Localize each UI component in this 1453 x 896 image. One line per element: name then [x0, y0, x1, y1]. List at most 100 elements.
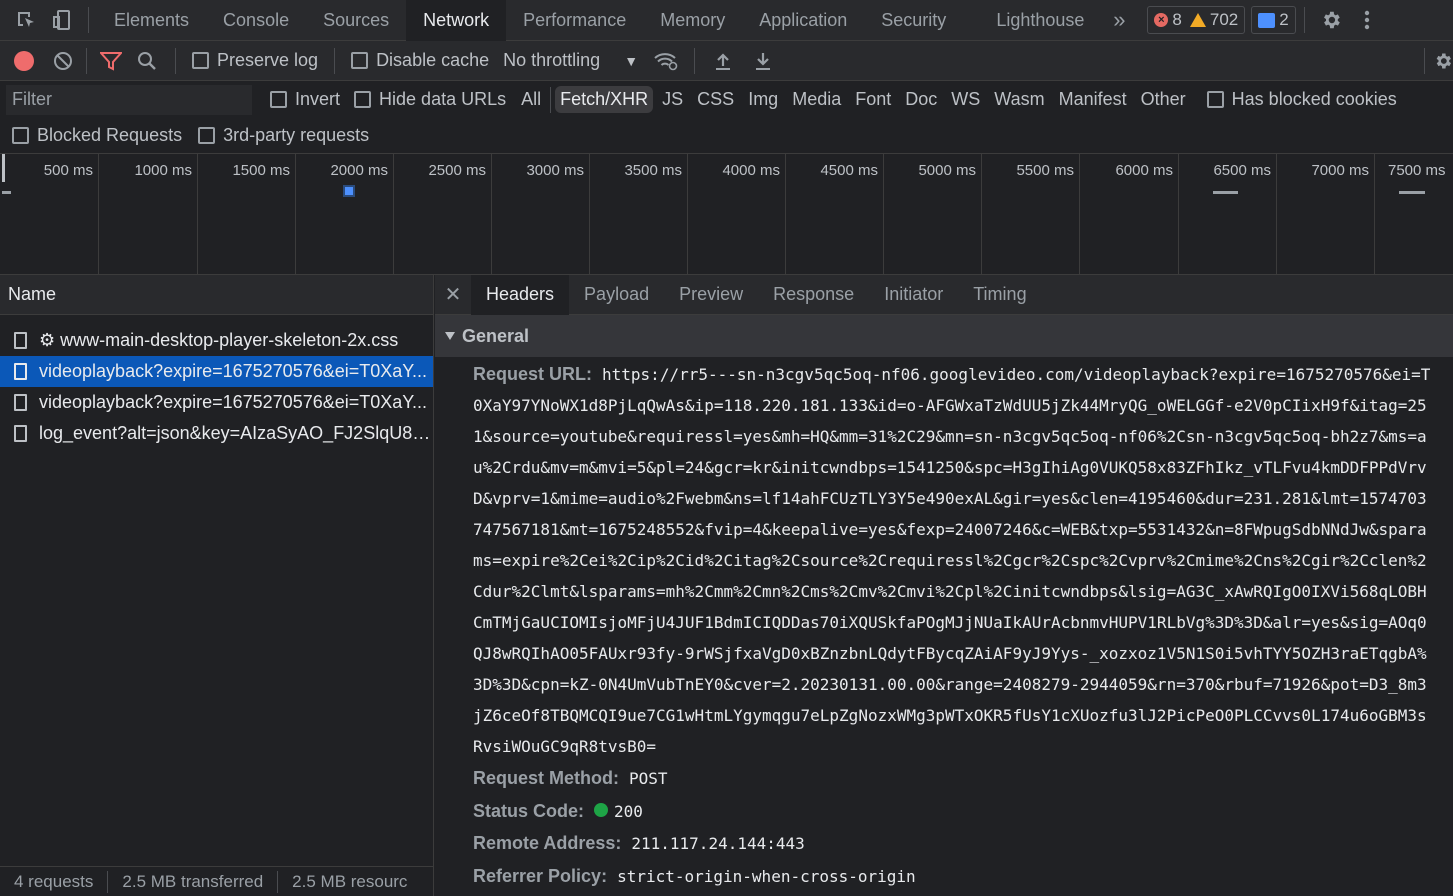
file-icon	[14, 425, 27, 442]
checkbox-box[interactable]	[198, 127, 216, 144]
request-row[interactable]: videoplayback?expire=1675270576&ei=T0XaY…	[0, 387, 433, 418]
request-row[interactable]: ⚙ www-main-desktop-player-skeleton-2x.cs…	[0, 325, 433, 356]
blocked-requests-label: Blocked Requests	[37, 125, 183, 145]
issues-counter[interactable]: × 8 702	[1147, 6, 1246, 34]
tab-security[interactable]: Security	[864, 0, 963, 41]
disable-cache-checkbox[interactable]: Disable cache	[351, 50, 489, 71]
request-row[interactable]: log_event?alt=json&key=AIzaSyAO_FJ2SlqU8…	[0, 418, 433, 449]
tick-label: 5500 ms	[1016, 162, 1074, 179]
referrer-policy-value: strict-origin-when-cross-origin	[617, 866, 916, 886]
search-icon[interactable]	[127, 41, 167, 81]
has-blocked-cookies-checkbox[interactable]: Has blocked cookies	[1206, 89, 1397, 110]
filter-input[interactable]	[6, 84, 252, 115]
request-name: log_event?alt=json&key=AIzaSyAO_FJ2SlqU8…	[39, 423, 433, 443]
tick-label: 6500 ms	[1213, 162, 1271, 179]
status-ok-icon	[594, 802, 609, 817]
device-toolbar-icon[interactable]	[44, 0, 80, 41]
type-filter-wasm[interactable]: Wasm	[989, 86, 1049, 113]
general-section-title: General	[462, 325, 530, 346]
type-filter-doc[interactable]: Doc	[900, 86, 942, 113]
request-method-label: Request Method:	[473, 768, 619, 788]
resources-size: 2.5 MB resourc	[292, 871, 408, 891]
tick-label: 5000 ms	[918, 162, 976, 179]
checkbox-box[interactable]	[351, 52, 369, 69]
request-url-continuation: QJ8wRQIhAO05FAUxr93fy-9rWSjfxaVgD0xBZnzb…	[473, 644, 1427, 663]
checkbox-box[interactable]	[12, 127, 29, 144]
tab-payload[interactable]: Payload	[569, 275, 664, 315]
gear-icon[interactable]	[1313, 0, 1349, 41]
type-filter-css[interactable]: CSS	[692, 86, 739, 113]
request-row[interactable]: videoplayback?expire=1675270576&ei=T0XaY…	[0, 356, 433, 387]
blocked-requests-checkbox[interactable]: Blocked Requests	[12, 125, 182, 146]
tab-memory[interactable]: Memory	[643, 0, 742, 41]
type-filter-font[interactable]: Font	[850, 86, 896, 113]
request-url-continuation: D&vprv=1&mime=audio%2Fwebm&ns=lf14ahFCUz…	[473, 489, 1427, 508]
clear-icon[interactable]	[48, 41, 78, 81]
throttling-select[interactable]: No throttling ▼	[503, 50, 638, 71]
tab-elements[interactable]: Elements	[97, 0, 206, 41]
tab-preview[interactable]: Preview	[664, 275, 758, 315]
request-url-continuation: 0XaY97YNoWX1d8PjLqQwAs&ip=118.220.181.13…	[473, 396, 1427, 415]
preserve-log-checkbox[interactable]: Preserve log	[192, 50, 318, 71]
type-filter-manifest[interactable]: Manifest	[1054, 86, 1132, 113]
timeline-request-bar	[1213, 191, 1238, 194]
checkbox-box[interactable]	[192, 52, 209, 69]
timeline-tick: 1500 ms	[198, 154, 296, 275]
tick-label: 4000 ms	[722, 162, 780, 179]
general-section-header[interactable]: General	[435, 315, 1453, 357]
hide-data-urls-checkbox[interactable]: Hide data URLs	[354, 89, 506, 110]
timeline-tick: 500 ms	[0, 154, 99, 275]
tab-application[interactable]: Application	[742, 0, 864, 41]
type-filter-js[interactable]: JS	[657, 86, 688, 113]
request-url-continuation: Cdur%2Clmt&lsparams=mh%2Cmm%2Cmn%2Cms%2C…	[473, 582, 1427, 601]
export-har-icon[interactable]	[743, 41, 783, 81]
type-filter-media[interactable]: Media	[787, 86, 846, 113]
toolbar-divider	[175, 47, 176, 74]
timeline-tick: 2000 ms	[296, 154, 394, 275]
type-filter-fetch-xhr[interactable]: Fetch/XHR	[555, 86, 654, 113]
tab-headers[interactable]: Headers	[471, 275, 570, 315]
timeline-cursor	[2, 154, 5, 182]
remote-address-row: Remote Address: 211.117.24.144:443	[473, 827, 1449, 860]
name-column-header[interactable]: Name	[0, 275, 433, 315]
invert-checkbox[interactable]: Invert	[270, 89, 340, 110]
third-party-requests-checkbox[interactable]: 3rd-party requests	[198, 125, 369, 146]
network-conditions-icon[interactable]	[646, 41, 686, 81]
tab-timing[interactable]: Timing	[958, 275, 1041, 315]
toolbar-divider	[550, 86, 552, 113]
kebab-menu-icon[interactable]	[1349, 0, 1385, 41]
tab-lighthouse[interactable]: Lighthouse	[979, 0, 1101, 41]
tab-response[interactable]: Response	[758, 275, 869, 315]
toolbar-divider	[334, 47, 336, 74]
checkbox-box[interactable]	[354, 91, 372, 108]
inspect-element-icon[interactable]	[8, 0, 44, 41]
tab-performance[interactable]: Performance	[506, 0, 643, 41]
type-filter-other[interactable]: Other	[1136, 86, 1191, 113]
request-url-continuation: 3D%3D&cpn=kZ-0N4UmVubTnEY0&cver=2.202301…	[473, 675, 1427, 694]
network-settings-gear-icon[interactable]	[1433, 41, 1453, 81]
type-filter-ws[interactable]: WS	[946, 86, 985, 113]
detail-tab-bar: ✕ Headers Payload Preview Response Initi…	[435, 275, 1453, 315]
close-icon[interactable]: ✕	[435, 282, 471, 307]
request-url-continuation: 1&source=youtube&requiressl=yes&mh=HQ&mm…	[473, 427, 1427, 446]
tick-label: 7500 ms	[1388, 162, 1446, 179]
type-filter-all[interactable]: All	[516, 86, 546, 113]
tab-console[interactable]: Console	[206, 0, 306, 41]
filter-icon[interactable]	[95, 41, 127, 81]
more-tabs-icon[interactable]: »	[1101, 0, 1137, 41]
timeline-tick: 1000 ms	[99, 154, 198, 275]
record-button[interactable]	[14, 50, 34, 71]
messages-counter[interactable]: 2	[1251, 6, 1296, 34]
warning-count: 702	[1209, 10, 1239, 29]
checkbox-box[interactable]	[270, 91, 287, 108]
type-filter-img[interactable]: Img	[743, 86, 783, 113]
tab-initiator[interactable]: Initiator	[869, 275, 958, 315]
checkbox-box[interactable]	[1206, 91, 1224, 108]
timeline-tick: 7500 ms	[1375, 154, 1453, 275]
import-har-icon[interactable]	[703, 41, 743, 81]
invert-label: Invert	[295, 89, 341, 109]
timeline-overview[interactable]: 500 ms 1000 ms 1500 ms 2000 ms 2500 ms 3…	[0, 154, 1453, 275]
tab-network[interactable]: Network	[406, 0, 507, 41]
request-name: videoplayback?expire=1675270576&ei=T0XaY…	[39, 361, 427, 381]
tab-sources[interactable]: Sources	[306, 0, 406, 41]
